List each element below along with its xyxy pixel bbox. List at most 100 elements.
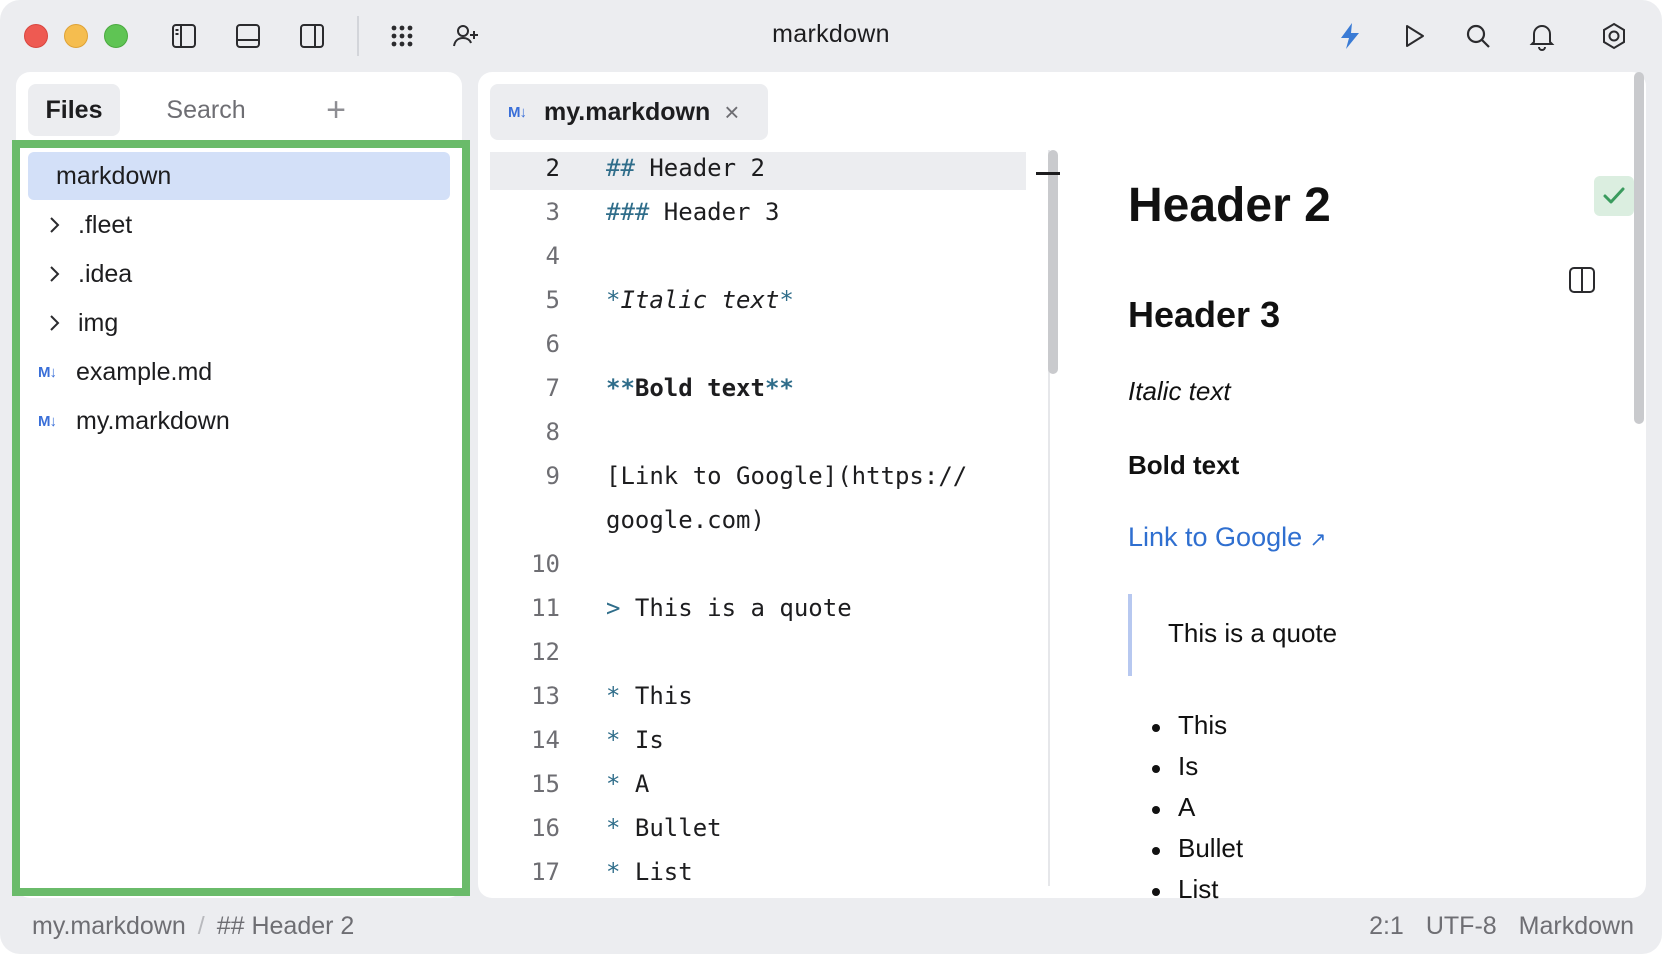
line-number: 13 [531, 682, 560, 710]
bell-icon[interactable] [1524, 18, 1560, 54]
code-line: 11 > This is a quote [490, 594, 1030, 638]
preview-link-text[interactable]: Link to Google [1128, 522, 1302, 552]
status-right: 2:1 UTF-8 Markdown [1369, 912, 1634, 941]
line-number: 5 [545, 286, 560, 314]
tree-item-fleet[interactable]: .fleet [28, 201, 450, 249]
code-editor[interactable]: 2 ## Header 2 3 ### Header 3 4 5 *Italic… [490, 152, 1030, 898]
line-text: * Is [606, 726, 664, 754]
list-item: Bullet [1152, 833, 1243, 874]
list-item: This [1152, 710, 1243, 751]
editor-tab-label: my.markdown [544, 97, 711, 126]
editor-scrollbar[interactable] [1048, 150, 1058, 374]
line-number: 11 [531, 594, 560, 622]
markdown-file-icon: M↓ [38, 412, 57, 430]
close-tab-icon[interactable]: × [724, 97, 739, 128]
tree-item-label: img [78, 308, 119, 337]
chevron-right-icon[interactable] [48, 313, 78, 333]
preview-blockquote: This is a quote [1128, 594, 1548, 676]
line-number: 4 [545, 242, 560, 270]
tree-item-label: example.md [76, 357, 213, 386]
line-marker [1036, 172, 1060, 175]
status-bar: my.markdown / ## Header 2 2:1 UTF-8 Markdo… [0, 898, 1662, 954]
editor-tab-my-markdown[interactable]: M↓ my.markdown × [490, 84, 768, 140]
code-line-wrap: google.com) [490, 506, 1030, 550]
code-line: 8 [490, 418, 1030, 462]
breadcrumb-file[interactable]: my.markdown [32, 912, 186, 940]
app-window: markdown Files Search + markdown .fleet … [0, 0, 1662, 954]
line-text: google.com) [606, 506, 765, 534]
tree-item-img[interactable]: img [28, 299, 450, 347]
markdown-file-icon: M↓ [508, 103, 527, 121]
code-line: 4 [490, 242, 1030, 286]
run-icon[interactable] [1396, 18, 1432, 54]
tree-item-label: .idea [78, 259, 133, 288]
line-text: * Bullet [606, 814, 722, 842]
preview-link[interactable]: Link to Google ↗ [1128, 522, 1326, 553]
tree-item-my-markdown[interactable]: M↓ my.markdown [28, 397, 450, 445]
tree-item-idea[interactable]: .idea [28, 250, 450, 298]
line-number: 9 [545, 462, 560, 490]
line-text: * List [606, 858, 693, 886]
add-tab-button[interactable]: + [316, 88, 356, 132]
tree-item-label: .fleet [78, 210, 133, 239]
tree-item-example-md[interactable]: M↓ example.md [28, 348, 450, 396]
line-text: ### Header 3 [606, 198, 780, 226]
lightning-icon[interactable] [1332, 18, 1368, 54]
breadcrumb: my.markdown / ## Header 2 [32, 912, 354, 941]
title-bar: markdown [0, 0, 1662, 72]
language-mode[interactable]: Markdown [1519, 912, 1634, 941]
line-text: ## Header 2 [606, 154, 765, 182]
preview-bullet-list: This Is A Bullet List [1152, 710, 1243, 915]
search-icon[interactable] [1460, 18, 1496, 54]
file-encoding[interactable]: UTF-8 [1426, 912, 1497, 941]
code-line: 3 ### Header 3 [490, 198, 1030, 242]
preview-header-3: Header 3 [1128, 294, 1281, 335]
code-line: 16 * Bullet [490, 814, 1030, 858]
line-text: > This is a quote [606, 594, 852, 622]
checkmark-icon[interactable] [1594, 176, 1634, 216]
cursor-position[interactable]: 2:1 [1369, 912, 1404, 941]
external-link-icon: ↗ [1309, 529, 1327, 551]
tab-files[interactable]: Files [28, 84, 120, 136]
preview-scrollbar[interactable] [1634, 72, 1644, 424]
chevron-right-icon[interactable] [48, 264, 78, 284]
code-line: 14 * Is [490, 726, 1030, 770]
tree-item-markdown[interactable]: markdown [28, 152, 450, 200]
tree-item-label: markdown [56, 161, 172, 190]
line-number: 2 [545, 154, 560, 182]
preview-quote-text: This is a quote [1168, 618, 1338, 648]
code-line: 17 * List [490, 858, 1030, 898]
editor-panel: M↓ my.markdown × 2 ## Header 2 3 ### Hea… [478, 72, 1646, 898]
line-number: 17 [531, 858, 560, 886]
tab-search[interactable]: Search [146, 84, 266, 136]
list-item: Is [1152, 751, 1243, 792]
line-text: [Link to Google](https:// [606, 462, 968, 490]
preview-header-2: Header 2 [1128, 179, 1331, 232]
code-line: 13 * This [490, 682, 1030, 726]
line-text: **Bold text** [606, 374, 794, 402]
line-number: 8 [545, 418, 560, 446]
list-item: A [1152, 792, 1243, 833]
preview-italic-text: Italic text [1128, 376, 1231, 406]
code-line: 9 [Link to Google](https:// [490, 462, 1030, 506]
code-line: 2 ## Header 2 [490, 154, 1030, 198]
markdown-file-icon: M↓ [38, 363, 57, 381]
line-number: 6 [545, 330, 560, 358]
line-text: * A [606, 770, 650, 798]
line-text: *Italic text* [606, 286, 794, 314]
line-number: 10 [531, 550, 560, 578]
breadcrumb-section[interactable]: ## Header 2 [217, 912, 355, 940]
tree-item-label: my.markdown [76, 406, 230, 435]
code-line: 7 **Bold text** [490, 374, 1030, 418]
breadcrumb-separator: / [197, 912, 205, 940]
file-tree: markdown .fleet .idea img M↓ example.md … [12, 140, 470, 896]
line-number: 15 [531, 770, 560, 798]
chevron-right-icon[interactable] [48, 215, 78, 235]
split-view-icon[interactable] [1566, 264, 1598, 296]
line-number: 12 [531, 638, 560, 666]
code-line: 12 [490, 638, 1030, 682]
settings-icon[interactable] [1596, 18, 1632, 54]
code-line: 15 * A [490, 770, 1030, 814]
line-number: 16 [531, 814, 560, 842]
line-text: * This [606, 682, 693, 710]
